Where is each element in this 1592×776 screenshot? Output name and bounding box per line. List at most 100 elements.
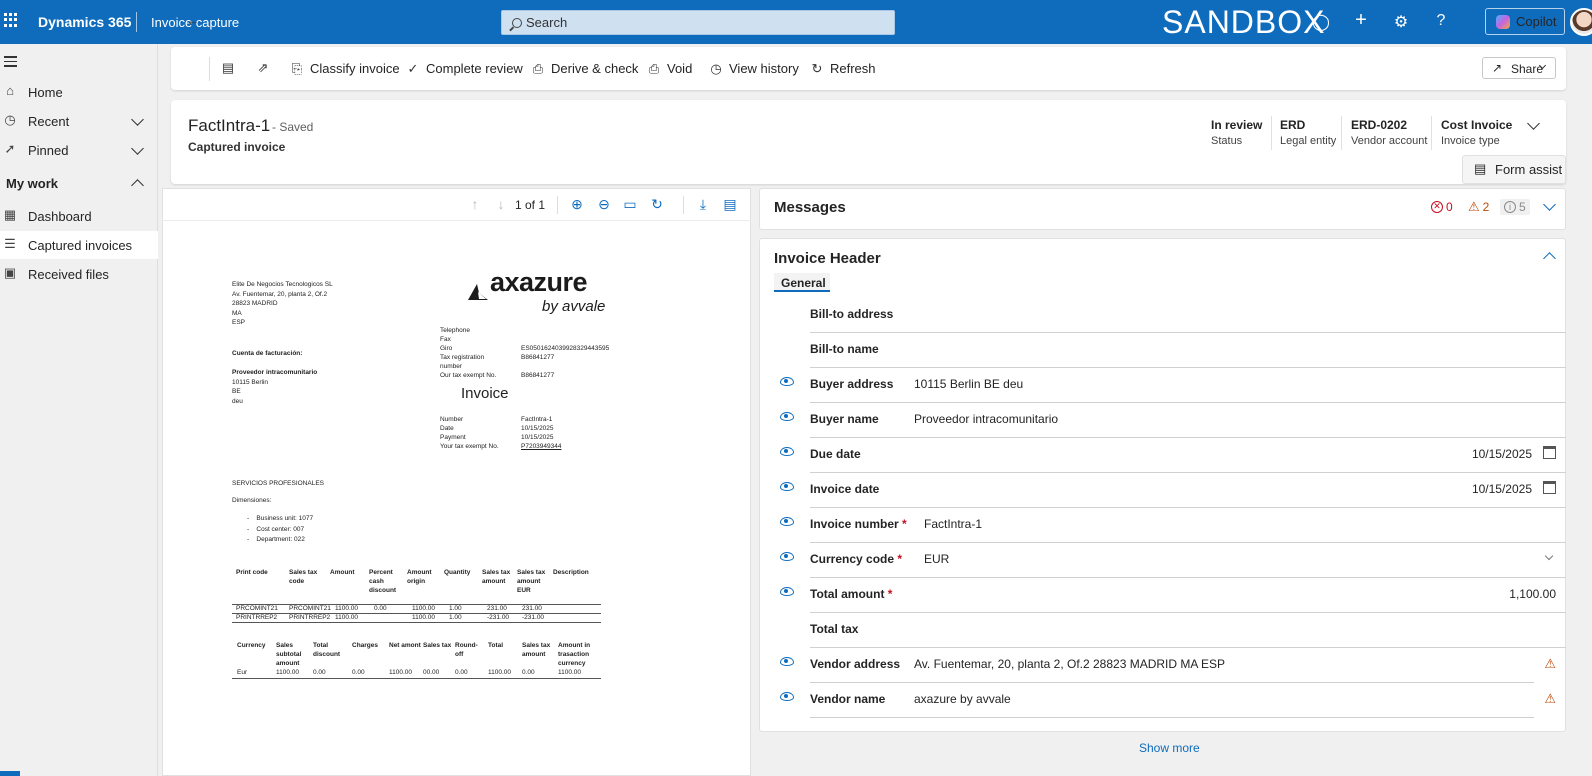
field-value[interactable]: Av. Fuentemar, 20, planta 2, Of.2 28823 …: [914, 657, 1225, 671]
header-field-invoice-type: Cost Invoice Invoice type: [1441, 118, 1512, 147]
field-row-bill-to-address[interactable]: Bill-to address: [774, 298, 1566, 333]
sidebar-item-label: Pinned: [28, 143, 69, 158]
warning-icon: ⚠: [1544, 691, 1556, 706]
field-row-buyer-address[interactable]: Buyer address 10115 Berlin BE deu: [774, 368, 1566, 403]
error-count-badge[interactable]: ✕ 0: [1427, 199, 1457, 215]
open-new-window-button[interactable]: ⇗: [256, 61, 276, 75]
sidebar-group-my-work[interactable]: My work: [0, 169, 158, 197]
clipboard-icon: ⎘: [291, 60, 303, 76]
contact-label: Telephone: [440, 327, 470, 334]
chevron-up-icon[interactable]: [131, 179, 144, 192]
field-value[interactable]: 1,100.00: [1509, 587, 1556, 601]
sidebar-item-received-files[interactable]: ▣ Received files: [0, 260, 158, 288]
zoom-out-icon[interactable]: ⊖: [596, 196, 612, 213]
copilot-button[interactable]: Copilot: [1485, 8, 1565, 35]
eye-icon[interactable]: [780, 377, 794, 386]
hamburger-icon[interactable]: [4, 56, 17, 70]
gear-icon[interactable]: ⚙: [1391, 12, 1411, 32]
fit-page-icon[interactable]: ▭: [622, 196, 638, 213]
chevron-down-icon[interactable]: [1544, 551, 1554, 561]
field-row-total-amount[interactable]: Total amount * 1,100.00: [774, 578, 1566, 613]
brand-name[interactable]: Dynamics 365: [38, 14, 131, 30]
field-value[interactable]: axazure by avvale: [914, 692, 1011, 706]
contact-labels: Telephone Fax Giro Tax registration numb…: [440, 326, 496, 380]
sidebar-item-pinned[interactable]: ➚ Pinned: [0, 136, 158, 164]
table-header-cell: Quantity: [444, 569, 471, 576]
field-underline: [810, 717, 1534, 718]
view-history-button[interactable]: ◷ View history: [709, 61, 799, 76]
field-row-buyer-name[interactable]: Buyer name Proveedor intracomunitario: [774, 403, 1566, 438]
field-value[interactable]: EUR: [924, 552, 949, 566]
contact-label: Fax: [440, 336, 451, 343]
eye-icon[interactable]: [780, 552, 794, 561]
plus-icon[interactable]: +: [1351, 9, 1371, 32]
calendar-icon[interactable]: [1543, 481, 1556, 494]
form-assist-button[interactable]: ▤ Form assist: [1462, 155, 1566, 184]
field-row-invoice-number[interactable]: Invoice number * FactIntra-1: [774, 508, 1566, 543]
document-search-icon[interactable]: ▤: [722, 196, 738, 213]
divider: [136, 12, 137, 32]
derive-check-button[interactable]: ⎙ Derive & check: [531, 61, 639, 76]
arrow-left-icon: ←: [186, 13, 200, 28]
required-marker: *: [887, 587, 893, 601]
table-header-cell: Total: [488, 642, 504, 649]
sidebar-item-recent[interactable]: ◷ Recent: [0, 107, 158, 135]
details-button[interactable]: ▤: [221, 61, 241, 75]
field-row-invoice-date[interactable]: Invoice date 10/15/2025: [774, 473, 1566, 508]
field-value[interactable]: 10/15/2025: [1472, 447, 1532, 461]
sidebar-item-home[interactable]: ⌂ Home: [0, 78, 158, 106]
download-icon[interactable]: ⤓: [695, 196, 711, 213]
eye-icon[interactable]: [780, 517, 794, 526]
eye-icon[interactable]: [780, 692, 794, 701]
classify-invoice-button[interactable]: ⎘ Classify invoice: [290, 61, 400, 76]
field-value: Cost Invoice: [1441, 118, 1513, 132]
recipient-block: Proveedor intracomunitario 10115 Berlin …: [232, 368, 317, 406]
table-header-cell: Sales subtotal amount: [276, 642, 302, 667]
eye-icon[interactable]: [780, 657, 794, 666]
arrow-down-icon[interactable]: ↓: [493, 196, 509, 212]
dashboard-icon: ▦: [3, 207, 17, 222]
field-row-due-date[interactable]: Due date 10/15/2025: [774, 438, 1566, 473]
field-value[interactable]: Proveedor intracomunitario: [914, 412, 1058, 426]
field-row-total-tax[interactable]: Total tax: [774, 613, 1566, 648]
environment-label: SANDBOX: [1162, 4, 1326, 40]
chevron-down-icon[interactable]: [131, 113, 144, 126]
arrow-up-icon[interactable]: ↑: [467, 196, 483, 212]
field-row-vendor-name[interactable]: Vendor name axazure by avvale ⚠: [774, 683, 1566, 718]
eye-icon[interactable]: [780, 412, 794, 421]
eye-icon[interactable]: [780, 587, 794, 596]
field-row-currency-code[interactable]: Currency code * EUR: [774, 543, 1566, 578]
eye-icon[interactable]: [780, 447, 794, 456]
back-button[interactable]: ←: [186, 14, 206, 28]
chevron-down-icon[interactable]: [131, 142, 144, 155]
tab-general[interactable]: General: [774, 273, 830, 292]
home-icon: ⌂: [6, 83, 14, 98]
app-launcher-icon[interactable]: [4, 13, 18, 27]
field-value[interactable]: 10115 Berlin BE deu: [914, 377, 1023, 391]
void-button[interactable]: ⎙ Void: [647, 61, 693, 76]
field-value[interactable]: 10/15/2025: [1472, 482, 1532, 496]
field-row-bill-to-name[interactable]: Bill-to name: [774, 333, 1566, 368]
zoom-in-icon[interactable]: ⊕: [569, 196, 585, 213]
warning-count-badge[interactable]: ⚠ 2: [1464, 199, 1493, 215]
image-icon: ▣: [3, 265, 17, 280]
calendar-icon[interactable]: [1543, 446, 1556, 459]
search-input[interactable]: Search: [501, 10, 895, 35]
meta-value: FactIntra-1: [521, 416, 553, 423]
table-cell: 1100.00: [488, 669, 512, 676]
help-icon[interactable]: ?: [1431, 12, 1451, 30]
field-value[interactable]: FactIntra-1: [924, 517, 982, 531]
share-button[interactable]: ↗ Share: [1482, 57, 1556, 79]
show-more-link[interactable]: Show more: [1139, 741, 1200, 755]
lightbulb-icon[interactable]: ◯: [1311, 12, 1331, 32]
rotate-icon[interactable]: ↻: [649, 196, 665, 213]
sidebar-item-captured-invoices[interactable]: ☰ Captured invoices: [0, 231, 158, 259]
eye-icon[interactable]: [780, 482, 794, 491]
avatar[interactable]: [1570, 8, 1592, 36]
complete-review-button[interactable]: ✓ Complete review: [406, 61, 523, 76]
sidebar-item-dashboard[interactable]: ▦ Dashboard: [0, 202, 158, 230]
info-count-badge[interactable]: i5: [1500, 199, 1530, 215]
search-placeholder: Search: [526, 15, 568, 30]
refresh-button[interactable]: ↻ Refresh: [810, 61, 876, 76]
field-row-vendor-address[interactable]: Vendor address Av. Fuentemar, 20, planta …: [774, 648, 1566, 683]
